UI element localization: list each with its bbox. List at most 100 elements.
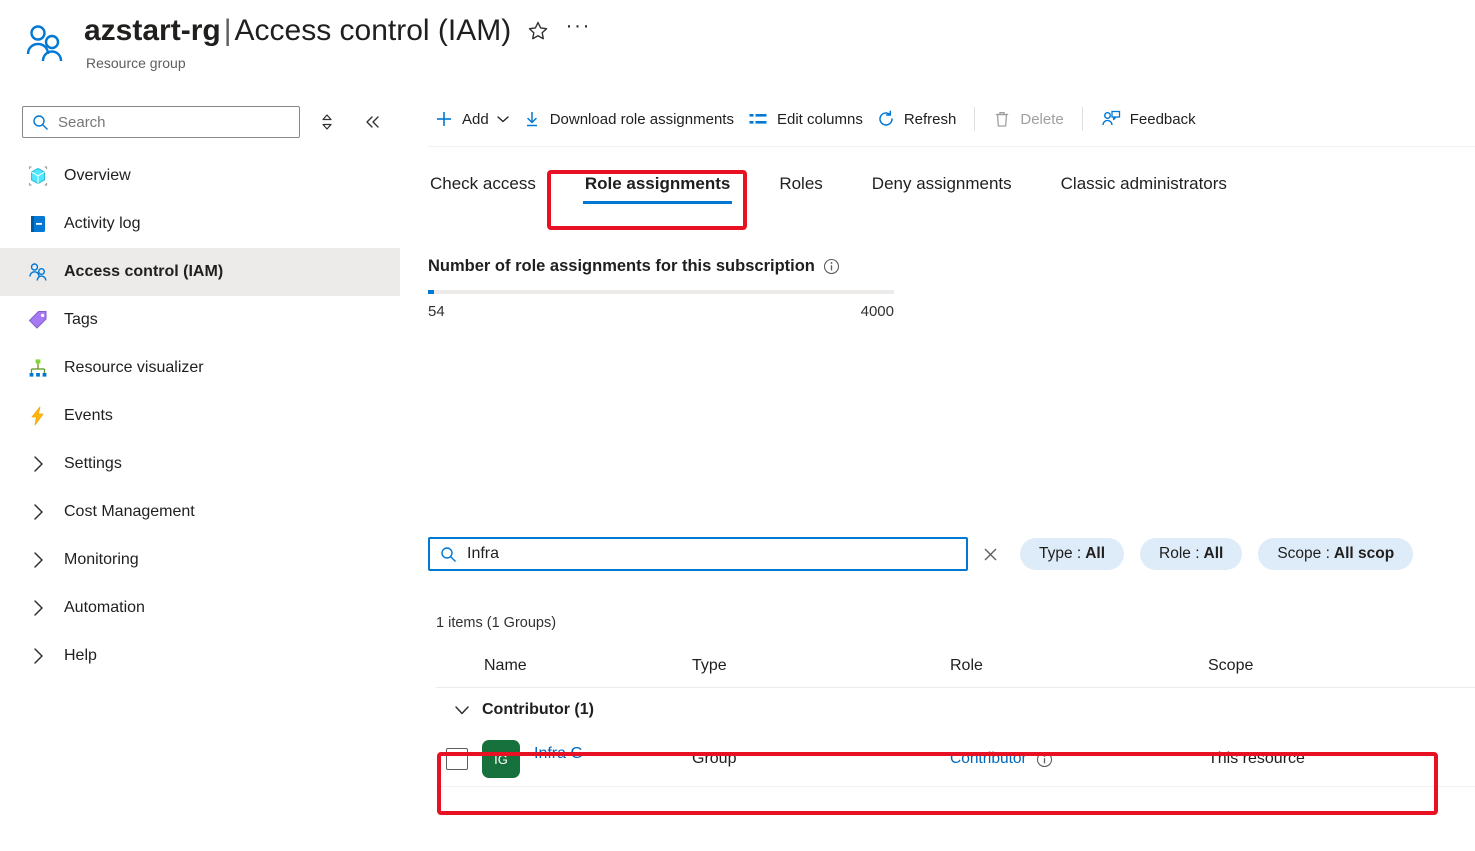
role-link[interactable]: Contributor <box>950 750 1027 768</box>
filter-pill-type[interactable]: Type : All <box>1020 538 1125 570</box>
sidebar-item-help[interactable]: Help <box>0 632 400 680</box>
filter-pill-value: All scop <box>1333 545 1395 562</box>
chevron-down-icon <box>497 115 509 123</box>
sidebar-item-label: Access control (IAM) <box>64 263 224 280</box>
sidebar-search-input[interactable] <box>56 112 280 132</box>
principal-name-link[interactable]: Infra G <box>534 745 583 763</box>
column-header-name[interactable]: Name <box>436 657 692 675</box>
star-icon[interactable] <box>525 18 551 44</box>
sidebar-item-label: Automation <box>64 599 145 616</box>
cell-role: Contributor <box>950 750 1208 768</box>
table-group-label: Contributor (1) <box>482 701 594 718</box>
role-search-box[interactable] <box>428 537 968 571</box>
sidebar-item-monitoring[interactable]: Monitoring <box>0 536 400 584</box>
table-row[interactable]: IG Infra G Group Contributor This resour… <box>436 732 1475 787</box>
sidebar-item-label: Settings <box>64 455 122 472</box>
feedback-button[interactable]: Feedback <box>1094 102 1203 136</box>
refresh-button[interactable]: Refresh <box>870 102 964 136</box>
sidebar-item-cost-management[interactable]: Cost Management <box>0 488 400 536</box>
info-icon[interactable] <box>1036 751 1053 768</box>
avatar: IG <box>482 740 520 778</box>
columns-icon <box>748 110 768 128</box>
filter-pill-value: All <box>1085 545 1106 562</box>
tab-roles[interactable]: Roles <box>777 166 824 206</box>
sidebar-item-label: Events <box>64 407 113 424</box>
row-checkbox[interactable] <box>446 748 468 770</box>
resource-group-icon <box>22 20 70 68</box>
filter-pill-value: All <box>1203 545 1224 562</box>
double-chevron-left-icon[interactable] <box>358 107 388 137</box>
filter-pill-label: Type : <box>1039 545 1082 562</box>
delete-button[interactable]: Delete <box>986 102 1070 136</box>
command-bar: Add Download role assignments Edit colum… <box>400 92 1475 146</box>
page-title: azstart-rg | Access control (IAM) <box>84 10 511 52</box>
title-separator: | <box>223 14 232 47</box>
assignments-stat-title: Number of role assignments for this subs… <box>428 257 1475 276</box>
cell-scope: This resource <box>1208 750 1305 767</box>
refresh-label: Refresh <box>903 110 957 128</box>
sidebar-item-label: Overview <box>64 167 131 184</box>
close-icon[interactable] <box>976 540 1004 568</box>
sidebar-item-tags[interactable]: Tags <box>0 296 400 344</box>
sidebar-item-label: Tags <box>64 311 98 328</box>
ellipsis-icon[interactable]: ··· <box>565 13 591 49</box>
sidebar-item-activity-log[interactable]: Activity log <box>0 200 400 248</box>
delete-label: Delete <box>1020 110 1064 128</box>
column-header-type[interactable]: Type <box>692 657 950 675</box>
assignments-progress-bar <box>428 290 894 294</box>
chevron-right-icon <box>26 599 50 617</box>
sidebar-item-events[interactable]: Events <box>0 392 400 440</box>
sidebar-item-label: Monitoring <box>64 551 139 568</box>
people-icon <box>26 260 50 284</box>
toolbar-rule <box>428 146 1475 147</box>
sidebar-item-label: Activity log <box>64 215 141 232</box>
page-subtitle: Resource group <box>86 55 186 71</box>
assignments-current-value: 54 <box>428 303 445 320</box>
table-group-row-contributor[interactable]: Contributor (1) <box>436 688 1475 732</box>
search-icon <box>32 114 49 131</box>
tab-role-assignments[interactable]: Role assignments <box>582 166 733 206</box>
sidebar-search-box[interactable] <box>22 106 300 138</box>
sidebar: Overview Activity log Acc <box>0 92 400 851</box>
refresh-icon <box>877 110 895 128</box>
assignments-max-value: 4000 <box>860 303 894 320</box>
filter-pill-scope[interactable]: Scope : All scop <box>1258 538 1414 570</box>
add-button[interactable]: Add <box>428 102 516 136</box>
sidebar-item-overview[interactable]: Overview <box>0 152 400 200</box>
chevron-right-icon <box>26 503 50 521</box>
filter-pill-role[interactable]: Role : All <box>1140 538 1243 570</box>
sidebar-item-settings[interactable]: Settings <box>0 440 400 488</box>
tab-check-access[interactable]: Check access <box>428 166 538 206</box>
page-name: Access control (IAM) <box>234 14 512 47</box>
assignments-progress-labels: 54 4000 <box>428 303 894 320</box>
column-header-role[interactable]: Role <box>950 657 1208 675</box>
role-assignments-table: Name Type Role Scope Contributor (1) IG … <box>436 645 1475 787</box>
page-header: azstart-rg | Access control (IAM) ··· Reso… <box>0 0 1475 92</box>
info-icon[interactable] <box>823 258 840 275</box>
tab-deny-assignments[interactable]: Deny assignments <box>870 166 1014 206</box>
table-header-row: Name Type Role Scope <box>436 645 1475 688</box>
sidebar-item-automation[interactable]: Automation <box>0 584 400 632</box>
tab-classic-administrators[interactable]: Classic administrators <box>1059 166 1229 206</box>
expand-collapse-icon[interactable] <box>312 107 342 137</box>
results-count: 1 items (1 Groups) <box>436 615 557 631</box>
sidebar-item-resource-visualizer[interactable]: Resource visualizer <box>0 344 400 392</box>
trash-icon <box>993 110 1011 128</box>
sidebar-item-access-control[interactable]: Access control (IAM) <box>0 248 400 296</box>
chevron-right-icon <box>26 551 50 569</box>
add-label: Add <box>462 110 489 128</box>
column-header-scope[interactable]: Scope <box>1208 657 1428 675</box>
cube-icon <box>26 164 50 188</box>
sidebar-nav-list: Overview Activity log Access control (IA… <box>0 152 400 680</box>
page-title-row: azstart-rg | Access control (IAM) ··· <box>84 10 591 52</box>
sidebar-search-row <box>0 102 400 142</box>
edit-columns-button[interactable]: Edit columns <box>741 102 870 136</box>
chevron-down-icon <box>454 705 470 716</box>
lightning-bolt-icon <box>26 404 50 428</box>
filter-row: Type :All Role :All Scope :All scop <box>428 535 1475 573</box>
sidebar-item-label: Resource visualizer <box>64 359 204 376</box>
download-role-assignments-button[interactable]: Download role assignments <box>516 102 741 136</box>
tab-bar: Check access Role assignments Roles Deny… <box>428 166 1274 216</box>
role-search-input[interactable] <box>465 544 939 564</box>
download-label: Download role assignments <box>549 110 734 128</box>
